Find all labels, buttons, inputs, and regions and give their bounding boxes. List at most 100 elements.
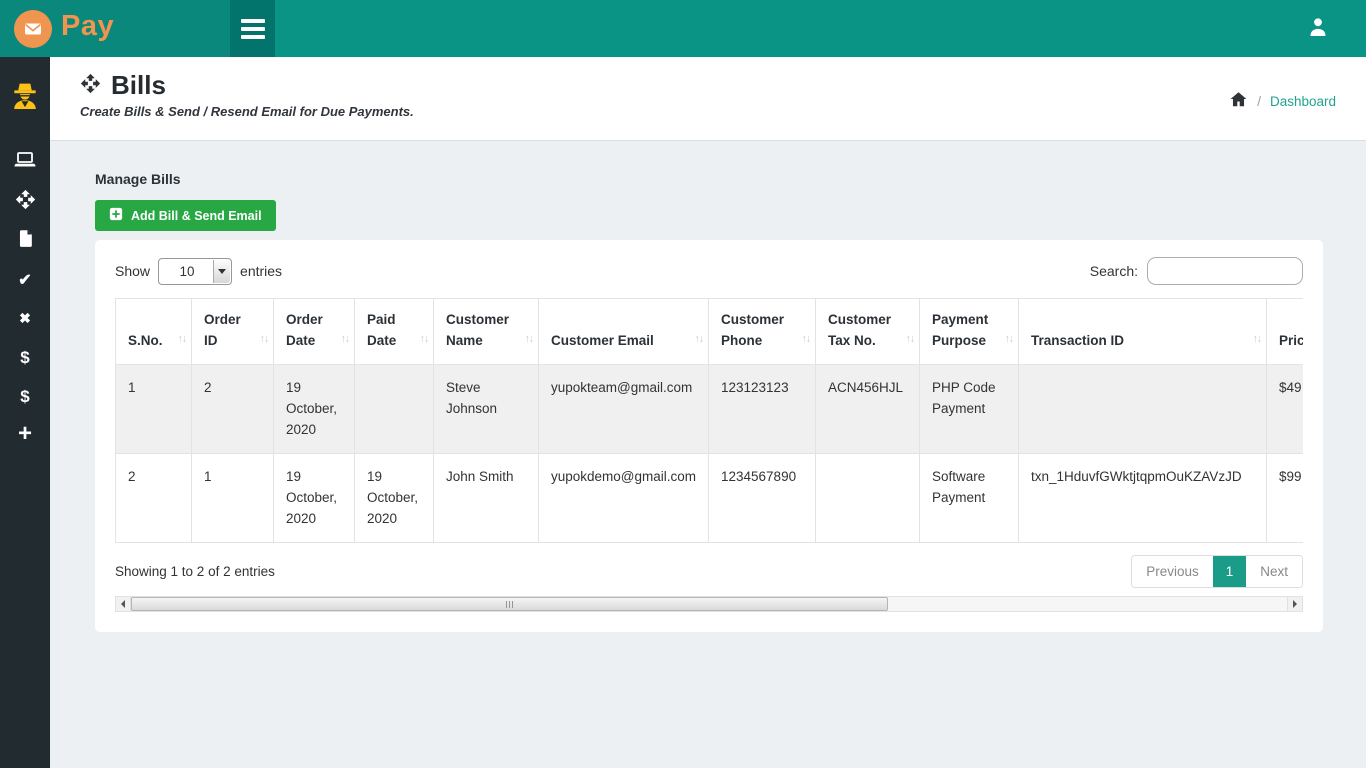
brand-link[interactable]: Pay bbox=[0, 0, 230, 57]
entries-label: entries bbox=[240, 263, 282, 279]
horizontal-scrollbar bbox=[115, 596, 1303, 612]
chevron-down-icon bbox=[213, 260, 230, 283]
plus-square-icon bbox=[109, 207, 123, 224]
section-title: Manage Bills bbox=[95, 171, 1366, 187]
scroll-right-button[interactable] bbox=[1287, 597, 1302, 611]
cell-customer-phone: 1234567890 bbox=[709, 454, 816, 543]
scrollbar-thumb[interactable] bbox=[131, 597, 888, 611]
cell-paid-date bbox=[355, 365, 434, 454]
move-icon bbox=[15, 189, 36, 215]
sort-icon: ↑↓ bbox=[695, 329, 704, 350]
cell-order-id: 1 bbox=[192, 454, 274, 543]
sort-icon: ↑↓ bbox=[260, 329, 269, 350]
sidebar-item-cancelled[interactable]: ✖ bbox=[0, 299, 50, 338]
sidebar-item-payments[interactable]: $ bbox=[0, 338, 50, 377]
cell-customer-email: yupokteam@gmail.com bbox=[539, 365, 709, 454]
sidebar-toggle-button[interactable] bbox=[230, 0, 275, 57]
close-icon: ✖ bbox=[19, 310, 31, 327]
home-icon[interactable] bbox=[1229, 90, 1248, 112]
check-icon: ✔ bbox=[18, 270, 31, 290]
next-page-button[interactable]: Next bbox=[1246, 556, 1302, 587]
search-input[interactable] bbox=[1147, 257, 1303, 285]
cell-transaction-id: txn_1HduvfGWktjtqpmOuKZAVzJD bbox=[1019, 454, 1267, 543]
page-length-control: Show 10 entries bbox=[115, 258, 282, 285]
brand-name: Pay bbox=[61, 12, 114, 45]
scrollbar-track[interactable] bbox=[131, 597, 1287, 611]
column-header-customer-phone[interactable]: Customer Phone↑↓ bbox=[709, 299, 816, 365]
cell-customer-email: yupokdemo@gmail.com bbox=[539, 454, 709, 543]
column-header-paid-date[interactable]: Paid Date↑↓ bbox=[355, 299, 434, 365]
column-header-order-date[interactable]: Order Date↑↓ bbox=[274, 299, 355, 365]
scroll-left-button[interactable] bbox=[116, 597, 131, 611]
sidebar-item-documents[interactable] bbox=[0, 221, 50, 260]
cell-sno: 2 bbox=[116, 454, 192, 543]
current-page-button[interactable]: 1 bbox=[1213, 556, 1247, 587]
sort-icon: ↑↓ bbox=[341, 329, 350, 350]
previous-page-button[interactable]: Previous bbox=[1132, 556, 1213, 587]
table-row: 1 2 19 October, 2020 Steve Johnson yupok… bbox=[116, 365, 1304, 454]
sort-icon: ↑↓ bbox=[906, 329, 915, 350]
search-control: Search: bbox=[1090, 257, 1303, 285]
sort-icon: ↑↓ bbox=[420, 329, 429, 350]
sidebar: ✔ ✖ $ $ + bbox=[0, 57, 50, 768]
pagination: Previous 1 Next bbox=[1131, 555, 1303, 588]
bills-table-wrapper: S.No.↑↓ Order ID↑↓ Order Date↑↓ Paid Dat… bbox=[115, 298, 1303, 543]
file-icon bbox=[16, 229, 35, 253]
cell-customer-tax: ACN456HJL bbox=[816, 365, 920, 454]
arrow-left-icon bbox=[121, 600, 125, 608]
scrollbar-grip-icon bbox=[506, 601, 514, 608]
dollar-icon: $ bbox=[20, 348, 29, 368]
user-secret-icon bbox=[9, 81, 41, 118]
breadcrumb-separator: / bbox=[1257, 94, 1261, 109]
breadcrumb-dashboard-link[interactable]: Dashboard bbox=[1270, 94, 1336, 109]
cell-order-id: 2 bbox=[192, 365, 274, 454]
column-header-sno[interactable]: S.No.↑↓ bbox=[116, 299, 192, 365]
plus-icon: + bbox=[18, 422, 32, 449]
cell-payment-purpose: PHP Code Payment bbox=[920, 365, 1019, 454]
sidebar-item-add[interactable]: + bbox=[0, 416, 50, 455]
laptop-icon bbox=[13, 148, 37, 177]
table-row: 2 1 19 October, 2020 19 October, 2020 Jo… bbox=[116, 454, 1304, 543]
sort-icon: ↑↓ bbox=[178, 329, 187, 350]
page-title: Bills bbox=[111, 70, 166, 101]
move-icon bbox=[80, 73, 101, 99]
page-subtitle: Create Bills & Send / Resend Email for D… bbox=[80, 104, 1336, 119]
show-label: Show bbox=[115, 263, 150, 279]
sort-icon: ↑↓ bbox=[802, 329, 811, 350]
cell-payment-purpose: Software Payment bbox=[920, 454, 1019, 543]
column-header-payment-purpose[interactable]: Payment Purpose↑↓ bbox=[920, 299, 1019, 365]
search-label: Search: bbox=[1090, 263, 1138, 279]
cell-order-date: 19 October, 2020 bbox=[274, 365, 355, 454]
envelope-icon bbox=[14, 10, 52, 48]
hamburger-icon bbox=[241, 19, 265, 23]
table-header-row: S.No.↑↓ Order ID↑↓ Order Date↑↓ Paid Dat… bbox=[116, 299, 1304, 365]
cell-price: $49 bbox=[1267, 365, 1304, 454]
header-right bbox=[1306, 0, 1366, 57]
person-icon bbox=[1306, 15, 1330, 42]
column-header-transaction-id[interactable]: Transaction ID↑↓ bbox=[1019, 299, 1267, 365]
page-length-select[interactable]: 10 bbox=[158, 258, 232, 285]
bills-card: Show 10 entries Search: S.No.↑↓ bbox=[95, 240, 1323, 632]
cell-order-date: 19 October, 2020 bbox=[274, 454, 355, 543]
cell-customer-name: John Smith bbox=[434, 454, 539, 543]
cell-transaction-id bbox=[1019, 365, 1267, 454]
dollar-icon: $ bbox=[20, 387, 29, 407]
column-header-order-id[interactable]: Order ID↑↓ bbox=[192, 299, 274, 365]
column-header-customer-tax[interactable]: Customer Tax No.↑↓ bbox=[816, 299, 920, 365]
sidebar-item-bills[interactable] bbox=[0, 182, 50, 221]
cell-price: $99 bbox=[1267, 454, 1304, 543]
column-header-price[interactable]: Price bbox=[1267, 299, 1304, 365]
sidebar-item-approved[interactable]: ✔ bbox=[0, 260, 50, 299]
bills-table: S.No.↑↓ Order ID↑↓ Order Date↑↓ Paid Dat… bbox=[115, 298, 1303, 543]
sort-icon: ↑↓ bbox=[1005, 329, 1014, 350]
column-header-customer-email[interactable]: Customer Email↑↓ bbox=[539, 299, 709, 365]
column-header-customer-name[interactable]: Customer Name↑↓ bbox=[434, 299, 539, 365]
cell-paid-date: 19 October, 2020 bbox=[355, 454, 434, 543]
sidebar-item-payments-2[interactable]: $ bbox=[0, 377, 50, 416]
sidebar-item-dashboard[interactable] bbox=[0, 143, 50, 182]
sidebar-item-user-secret[interactable] bbox=[0, 81, 50, 117]
cell-customer-tax bbox=[816, 454, 920, 543]
add-bill-button[interactable]: Add Bill & Send Email bbox=[95, 200, 276, 231]
main-content: Manage Bills Add Bill & Send Email Show … bbox=[50, 141, 1366, 768]
user-menu-button[interactable] bbox=[1306, 15, 1330, 42]
